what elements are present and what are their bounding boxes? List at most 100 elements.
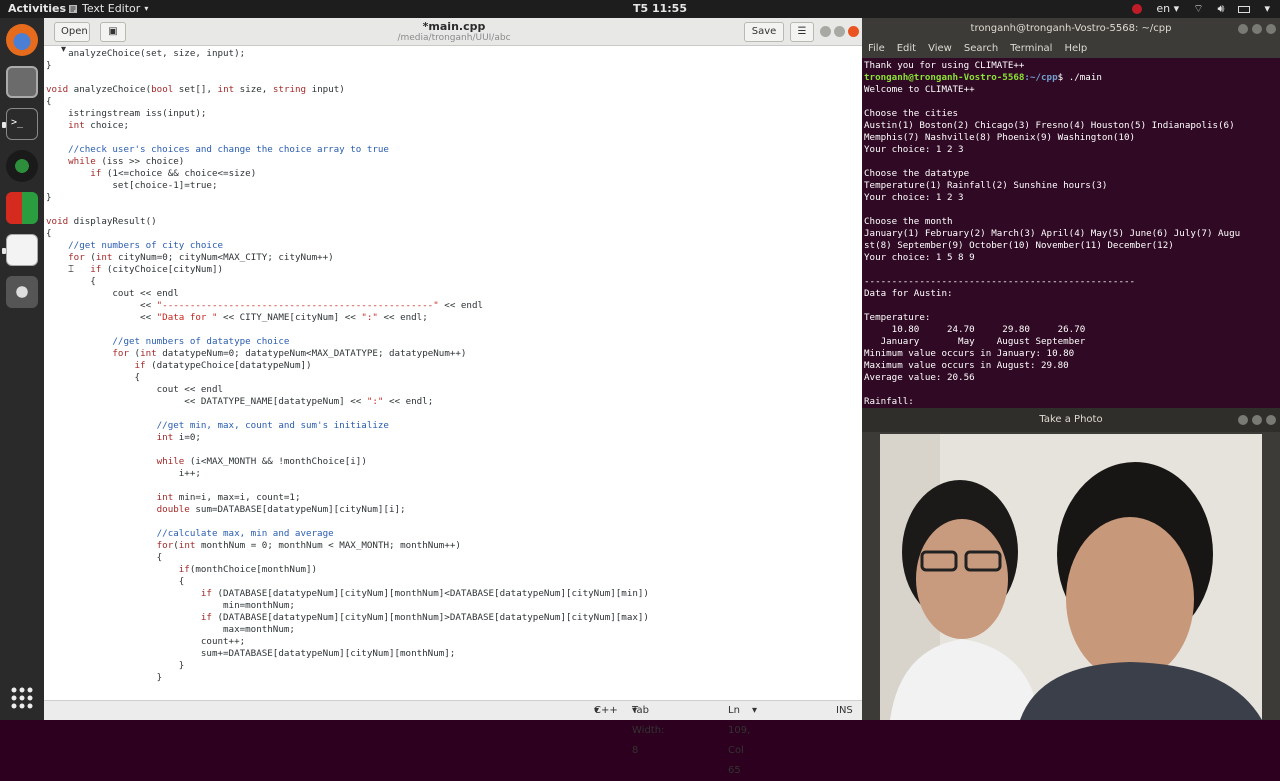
maximize-button[interactable] [834, 26, 845, 37]
close-button[interactable] [848, 26, 859, 37]
code-line: << "Data for " << CITY_NAME[cityNum] << … [46, 312, 428, 323]
terminal-menu-file[interactable]: File [868, 40, 885, 58]
power-menu-icon[interactable]: ▾ [1264, 0, 1270, 18]
open-label: Open [61, 26, 88, 37]
code-line: } [46, 660, 185, 671]
take-a-photo-window: Take a Photo [862, 408, 1280, 720]
keyword: int [140, 348, 157, 359]
close-button[interactable] [1266, 24, 1276, 34]
firefox-icon[interactable] [6, 24, 38, 56]
terminal-menu-help[interactable]: Help [1064, 40, 1087, 58]
new-tab-button[interactable]: ▣ [100, 22, 126, 42]
code-line: { [46, 372, 141, 383]
code-line: //check user's choices and change the ch… [46, 144, 389, 155]
terminal-line: Choose the cities [864, 108, 959, 119]
app-name: Text Editor [82, 2, 141, 15]
new-document-icon: ▣ [108, 26, 118, 37]
chevron-down-icon: ▾ [752, 705, 758, 716]
app-menu[interactable]: Text Editor ▾ [68, 0, 148, 18]
code-line: analyzeChoice(set, size, input); [46, 48, 246, 59]
webcam-icon[interactable] [6, 276, 38, 308]
terminal-menu-view[interactable]: View [928, 40, 952, 58]
keyword: void [46, 84, 69, 95]
code-line: int i=0; [156, 432, 201, 443]
code-line: void displayResult() [46, 216, 157, 227]
string-literal: "Data for " [156, 312, 218, 323]
minimize-button[interactable] [1238, 415, 1248, 425]
code-line: cout << endl [46, 288, 179, 299]
hamburger-menu-button[interactable]: ☰ [790, 22, 814, 42]
keyword: if [90, 168, 102, 179]
clock[interactable]: T5 11:55 [600, 0, 720, 18]
code-line: { [46, 276, 96, 287]
tab-width-selector[interactable]: Tab Width: 8 ▾ [632, 701, 664, 756]
terminal-prompt-glyph: >_ [11, 117, 24, 128]
terminal-line: Thank you for using CLIMATE++ [864, 60, 1025, 71]
minimize-button[interactable] [1238, 24, 1248, 34]
keyword: void [46, 216, 69, 227]
terminal-line: Your choice: 1 5 8 9 [864, 252, 975, 263]
terminal-menu-terminal[interactable]: Terminal [1010, 40, 1052, 58]
tab-width-label: Tab Width: 8 [632, 705, 665, 756]
prompt-user: tronganh@tronganh-Vostro-5568 [864, 72, 1025, 83]
code-line: istringstream iss(input); [46, 108, 207, 119]
open-button[interactable]: Open ▾ [54, 22, 90, 55]
code-line: << "------------------------------------… [46, 300, 484, 311]
code-line: i++; [46, 468, 201, 479]
language-selector[interactable]: C++ ▾ [594, 701, 618, 721]
keyword: for [156, 540, 174, 551]
terminal-icon[interactable]: >_ [2, 108, 38, 140]
maximize-button[interactable] [1252, 24, 1262, 34]
record-icon[interactable] [1132, 4, 1143, 14]
text-editor-dock-icon[interactable] [2, 234, 38, 266]
camera-app-icon[interactable] [6, 150, 38, 182]
text-editor-window: Open ▾ ▣ *main.cpp /media/tronganh/UUI/a… [44, 18, 862, 776]
terminal-menu-search[interactable]: Search [964, 40, 998, 58]
show-applications-icon[interactable] [6, 682, 38, 714]
terminal-line: Temperature(1) Rainfall(2) Sunshine hour… [864, 180, 1108, 191]
save-button[interactable]: Save [744, 22, 784, 42]
code-line: if (datatypeChoice[datatypeNum]) [134, 360, 312, 371]
maximize-button[interactable] [1252, 415, 1262, 425]
code-line: { [46, 96, 52, 107]
prompt-dir: :~/cpp [1024, 72, 1058, 83]
chevron-down-icon: ▾ [144, 4, 149, 13]
code-line: if (cityChoice[cityNum]) [90, 264, 224, 275]
code-line: { [46, 552, 163, 563]
language-indicator[interactable]: en ▾ [1156, 0, 1179, 18]
volume-icon: 🔊︎ [1217, 2, 1225, 15]
keyword: if [178, 564, 190, 575]
software-center-icon[interactable] [6, 192, 38, 224]
terminal-line: Data for Austin: [864, 288, 953, 299]
code-line: cout << endl [46, 384, 224, 395]
code-editor[interactable]: analyzeChoice(set, size, input);} void an… [44, 48, 862, 704]
top-bar: Activities Text Editor ▾ T5 11:55 en ▾ ⌔… [0, 0, 1280, 18]
code-line: for (int datatypeNum=0; datatypeNum<MAX_… [112, 348, 467, 359]
keyword: if [200, 612, 212, 623]
terminal-output[interactable]: Thank you for using CLIMATE++ tronganh@tr… [864, 60, 1278, 406]
minimize-button[interactable] [820, 26, 831, 37]
editor-headerbar: Open ▾ ▣ *main.cpp /media/tronganh/UUI/a… [44, 18, 862, 55]
menu-icon: ☰ [797, 26, 807, 37]
keyword: int [156, 432, 174, 443]
system-tray[interactable]: en ▾ ⌔ 🔊︎ ▾ [1132, 0, 1270, 18]
file-path: /media/tronganh/UUI/abc [397, 33, 511, 43]
files-icon[interactable] [6, 66, 38, 98]
code-line: while (iss >> choice) [68, 156, 185, 167]
close-button[interactable] [1266, 415, 1276, 425]
code-line: while (i<MAX_MONTH && !monthChoice[i]) [156, 456, 367, 467]
dock: >_ [0, 18, 44, 720]
terminal-menu-edit[interactable]: Edit [897, 40, 916, 58]
code-line: } [46, 672, 163, 683]
insert-mode[interactable]: INS [836, 701, 853, 721]
activities-button[interactable]: Activities [8, 0, 66, 18]
editor-statusbar: C++ ▾ Tab Width: 8 ▾ Ln 109, Col 65 ▾ IN… [44, 700, 862, 776]
terminal-line: Your choice: 1 2 3 [864, 192, 964, 203]
